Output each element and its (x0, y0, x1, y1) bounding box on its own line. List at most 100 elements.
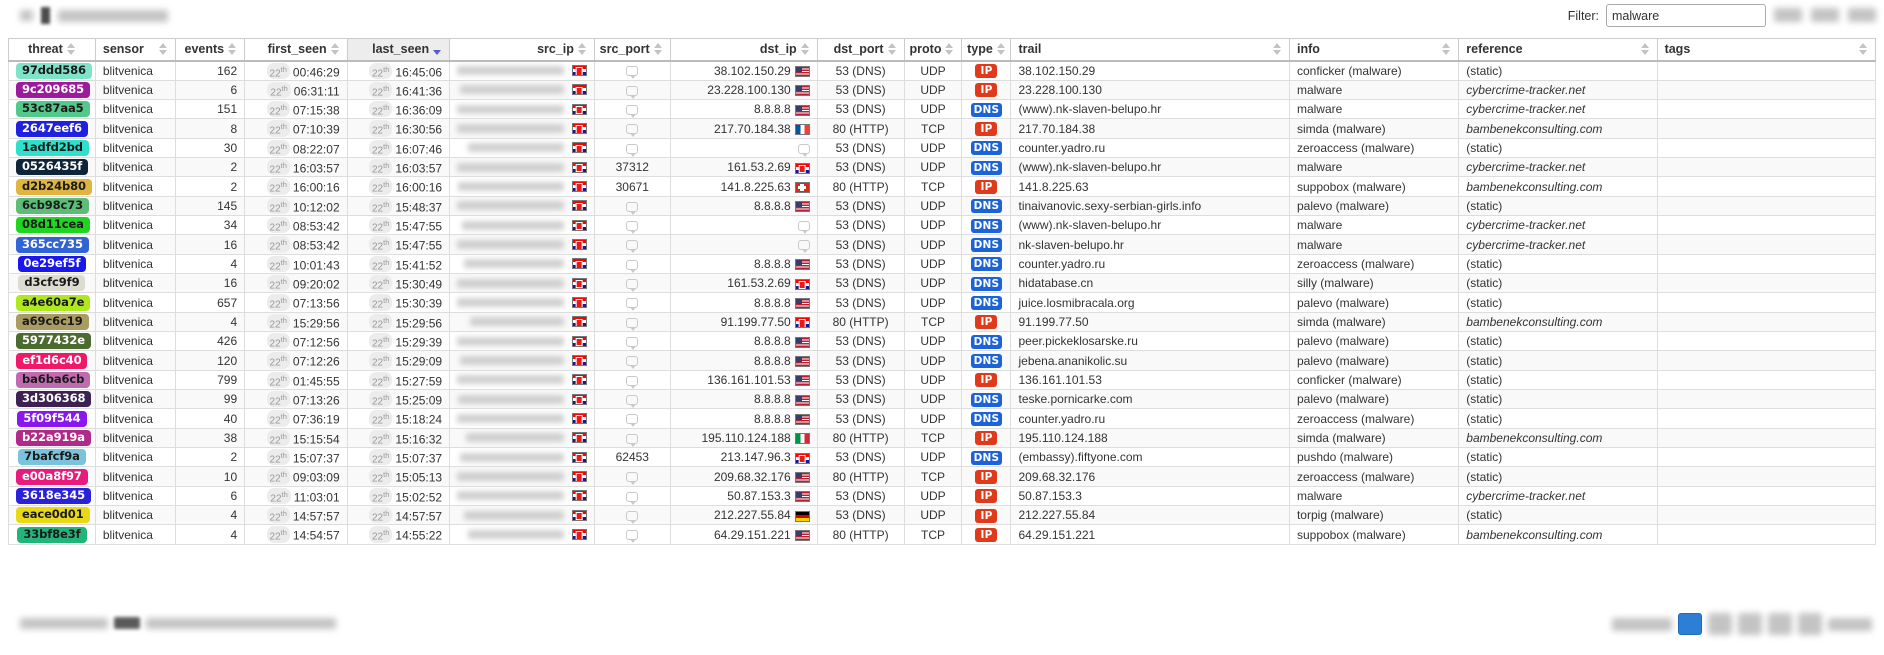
column-header-first_seen[interactable]: first_seen (244, 38, 348, 62)
threat-id-badge[interactable]: 6cb98c73 (16, 197, 90, 214)
threat-id-badge[interactable]: d2b24b80 (16, 178, 92, 195)
reference-value[interactable]: bambenekconsulting.com (1466, 180, 1602, 194)
threat-id-badge[interactable]: ba6ba6cb (16, 371, 91, 388)
reference-value[interactable]: bambenekconsulting.com (1466, 431, 1602, 445)
threat-id-badge[interactable]: 1adfd2bd (16, 139, 89, 156)
table-row[interactable]: d3cfc9f9 blitvenica 16 22th 09:20:02 22th 15:3… (8, 273, 1877, 294)
table-row[interactable]: ef1d6c40 blitvenica 120 22th 07:12:26 22th 15:… (8, 350, 1877, 371)
sort-icon[interactable] (1859, 42, 1868, 56)
threat-id-badge[interactable]: 2647eef6 (16, 120, 88, 137)
filter-input[interactable] (1606, 4, 1766, 27)
hamburger-menu-icon[interactable] (20, 10, 33, 21)
table-row[interactable]: 365cc735 blitvenica 16 22th 08:53:42 22th 15:4… (8, 234, 1877, 255)
topbar-button-2[interactable] (1811, 8, 1839, 22)
threat-id-badge[interactable]: d3cfc9f9 (18, 275, 86, 292)
sort-icon[interactable] (945, 42, 954, 56)
column-header-proto[interactable]: proto (903, 38, 963, 62)
sort-icon[interactable] (330, 42, 340, 56)
table-row[interactable]: ba6ba6cb blitvenica 799 22th 01:45:55 22th 15:… (8, 369, 1877, 391)
sort-icon[interactable] (577, 42, 587, 56)
table-row[interactable]: 53c87aa5 blitvenica 151 22th 07:15:38 22th 16:… (8, 99, 1877, 120)
threat-id-badge[interactable]: 7bafcf9a (18, 449, 86, 466)
pagination-page-2[interactable] (1708, 613, 1732, 635)
pagination-page-1[interactable] (1678, 613, 1702, 635)
pagination-page-3[interactable] (1738, 613, 1762, 635)
table-row[interactable]: a69c6c19 blitvenica 4 22th 15:29:56 22th 15:29… (8, 311, 1877, 333)
threat-id-badge[interactable]: 3618e345 (16, 487, 92, 504)
table-row[interactable]: 9c209685 blitvenica 6 22th 06:31:11 22th 16:41… (8, 79, 1877, 101)
column-header-dst_ip[interactable]: dst_ip (669, 38, 818, 62)
table-row[interactable]: 33bf8e3f blitvenica 4 22th 14:54:57 22th 14:55… (8, 524, 1877, 545)
threat-id-badge[interactable]: a4e60a7e (16, 294, 91, 311)
column-header-events[interactable]: events (175, 38, 246, 62)
reference-value[interactable]: cybercrime-tracker.net (1466, 160, 1585, 174)
threat-id-badge[interactable]: 5f09f544 (17, 410, 87, 427)
table-row[interactable]: 6cb98c73 blitvenica 145 22th 10:12:02 22th 15:… (8, 195, 1877, 217)
reference-value[interactable]: bambenekconsulting.com (1466, 315, 1602, 329)
sort-icon[interactable] (159, 42, 168, 56)
threat-id-badge[interactable]: 5977432e (16, 333, 92, 350)
sort-icon[interactable] (800, 42, 810, 56)
column-header-trail[interactable]: trail (1010, 38, 1290, 62)
column-header-info[interactable]: info (1288, 38, 1460, 62)
reference-value[interactable]: cybercrime-tracker.net (1466, 102, 1585, 116)
table-row[interactable]: e00a8f97 blitvenica 10 22th 09:03:09 22th 15:0… (8, 466, 1877, 487)
table-row[interactable]: eace0d01 blitvenica 4 22th 14:57:57 22th 14:57… (8, 505, 1877, 526)
column-header-dst_port[interactable]: dst_port (816, 38, 905, 62)
threat-id-badge[interactable]: b22a919a (16, 429, 91, 446)
column-header-threat[interactable]: threat (8, 38, 96, 62)
threat-id-badge[interactable]: eace0d01 (16, 507, 90, 524)
table-row[interactable]: 0526435f blitvenica 2 22th 16:03:57 22th 16:03… (8, 157, 1877, 178)
table-row[interactable]: b22a919a blitvenica 38 22th 15:15:54 22th 15:1… (8, 427, 1877, 449)
threat-id-badge[interactable]: a69c6c19 (16, 313, 89, 330)
reference-value[interactable]: cybercrime-tracker.net (1466, 83, 1585, 97)
sort-icon[interactable] (228, 42, 237, 56)
sort-descending-icon[interactable] (433, 42, 442, 56)
table-row[interactable]: d2b24b80 blitvenica 2 22th 16:00:16 22th 16:00… (8, 176, 1877, 197)
threat-id-badge[interactable]: 08d11cea (16, 217, 90, 234)
table-row[interactable]: 2647eef6 blitvenica 8 22th 07:10:39 22th 16:30… (8, 118, 1877, 139)
sort-icon[interactable] (887, 42, 897, 56)
table-row[interactable]: a4e60a7e blitvenica 657 22th 07:13:56 22th 15:… (8, 292, 1877, 313)
sort-icon[interactable] (1442, 42, 1451, 56)
reference-value[interactable]: bambenekconsulting.com (1466, 122, 1602, 136)
threat-id-badge[interactable]: 53c87aa5 (16, 101, 90, 118)
column-header-last_seen[interactable]: last_seen (346, 38, 451, 62)
threat-id-badge[interactable]: e00a8f97 (16, 468, 88, 485)
column-header-src_port[interactable]: src_port (593, 38, 671, 62)
reference-value[interactable]: cybercrime-tracker.net (1466, 238, 1585, 252)
table-row[interactable]: 97ddd586 blitvenica 162 22th 00:46:29 22th 16:… (8, 60, 1877, 81)
sort-icon[interactable] (1640, 42, 1650, 56)
column-header-reference[interactable]: reference (1458, 38, 1658, 62)
table-row[interactable]: 08d11cea blitvenica 34 22th 08:53:42 22th 15:4… (8, 215, 1877, 236)
threat-id-badge[interactable]: 9c209685 (16, 81, 91, 98)
threat-id-badge[interactable]: 3d306368 (16, 391, 92, 408)
column-header-type[interactable]: type (961, 38, 1012, 62)
topbar-button-3[interactable] (1848, 8, 1876, 22)
threat-id-badge[interactable]: 33bf8e3f (17, 526, 87, 543)
pagination-next-button[interactable] (1828, 617, 1872, 631)
pagination-page-5[interactable] (1798, 613, 1822, 635)
column-header-sensor[interactable]: sensor (94, 38, 177, 62)
table-row[interactable]: 5f09f544 blitvenica 40 22th 07:36:19 22th 15:1… (8, 408, 1877, 429)
table-row[interactable]: 1adfd2bd blitvenica 30 22th 08:22:07 22th 16:0… (8, 137, 1877, 159)
pagination-previous-button[interactable] (1612, 617, 1672, 631)
sort-icon[interactable] (66, 42, 76, 56)
table-row[interactable]: 5977432e blitvenica 426 22th 07:12:56 22th 15:… (8, 331, 1877, 352)
threat-id-badge[interactable]: 97ddd586 (16, 62, 92, 79)
reference-value[interactable]: cybercrime-tracker.net (1466, 218, 1585, 232)
reference-value[interactable]: bambenekconsulting.com (1466, 528, 1602, 542)
threat-id-badge[interactable]: 365cc735 (16, 236, 89, 253)
sort-icon[interactable] (653, 42, 663, 56)
reference-value[interactable]: cybercrime-tracker.net (1466, 489, 1585, 503)
threat-id-badge[interactable]: ef1d6c40 (16, 352, 88, 369)
column-header-tags[interactable]: tags (1656, 38, 1877, 62)
table-row[interactable]: 0e29ef5f blitvenica 4 22th 10:01:43 22th 15:41… (8, 253, 1877, 275)
column-header-src_ip[interactable]: src_ip (449, 38, 595, 62)
table-row[interactable]: 7bafcf9a blitvenica 2 22th 15:07:37 22th 15:07… (8, 447, 1877, 468)
threat-id-badge[interactable]: 0526435f (16, 159, 89, 176)
sort-icon[interactable] (996, 42, 1006, 56)
table-row[interactable]: 3618e345 blitvenica 6 22th 11:03:01 22th 15:02… (8, 485, 1877, 507)
threat-id-badge[interactable]: 0e29ef5f (17, 255, 87, 272)
sort-icon[interactable] (1272, 42, 1282, 56)
